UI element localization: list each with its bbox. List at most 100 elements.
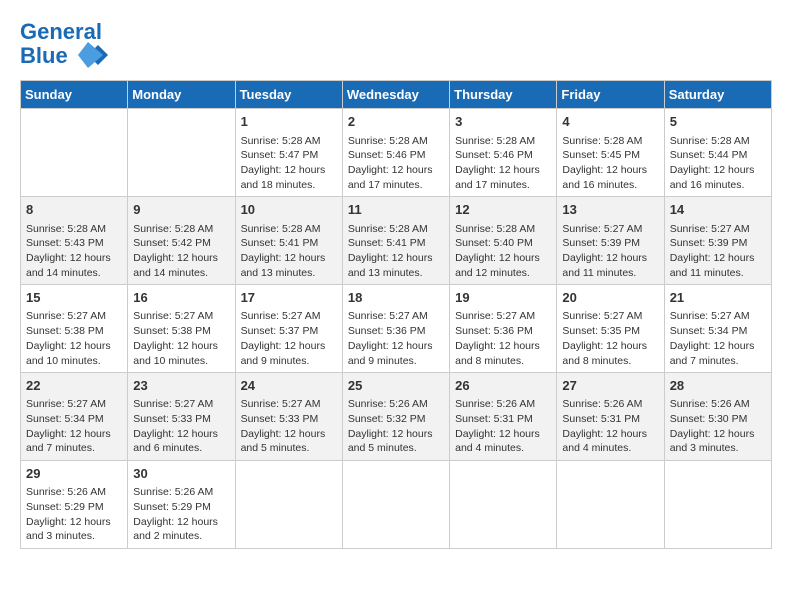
sunrise-text: Sunrise: 5:26 AM xyxy=(348,398,428,410)
sunrise-text: Sunrise: 5:27 AM xyxy=(133,398,213,410)
daylight-text: Daylight: 12 hours and 10 minutes. xyxy=(133,340,218,367)
sunrise-text: Sunrise: 5:26 AM xyxy=(133,486,213,498)
calendar-cell: 8 Sunrise: 5:28 AM Sunset: 5:43 PM Dayli… xyxy=(21,197,128,285)
calendar-cell: 22 Sunrise: 5:27 AM Sunset: 5:34 PM Dayl… xyxy=(21,373,128,461)
calendar-week-row: 22 Sunrise: 5:27 AM Sunset: 5:34 PM Dayl… xyxy=(21,373,772,461)
day-number: 18 xyxy=(348,289,444,307)
day-number: 4 xyxy=(562,113,658,131)
sunrise-text: Sunrise: 5:27 AM xyxy=(26,398,106,410)
calendar-cell: 17 Sunrise: 5:27 AM Sunset: 5:37 PM Dayl… xyxy=(235,285,342,373)
daylight-text: Daylight: 12 hours and 16 minutes. xyxy=(670,164,755,191)
calendar-cell: 9 Sunrise: 5:28 AM Sunset: 5:42 PM Dayli… xyxy=(128,197,235,285)
calendar-cell: 19 Sunrise: 5:27 AM Sunset: 5:36 PM Dayl… xyxy=(450,285,557,373)
calendar-cell: 16 Sunrise: 5:27 AM Sunset: 5:38 PM Dayl… xyxy=(128,285,235,373)
weekday-header-row: SundayMondayTuesdayWednesdayThursdayFrid… xyxy=(21,81,772,109)
sunset-text: Sunset: 5:37 PM xyxy=(241,325,319,337)
daylight-text: Daylight: 12 hours and 7 minutes. xyxy=(670,340,755,367)
daylight-text: Daylight: 12 hours and 14 minutes. xyxy=(133,252,218,279)
sunrise-text: Sunrise: 5:27 AM xyxy=(670,223,750,235)
sunset-text: Sunset: 5:42 PM xyxy=(133,237,211,249)
sunset-text: Sunset: 5:33 PM xyxy=(133,413,211,425)
logo-text2: Blue xyxy=(20,44,108,70)
day-number: 10 xyxy=(241,201,337,219)
sunrise-text: Sunrise: 5:26 AM xyxy=(670,398,750,410)
weekday-header-cell: Saturday xyxy=(664,81,771,109)
day-number: 30 xyxy=(133,465,229,483)
daylight-text: Daylight: 12 hours and 8 minutes. xyxy=(455,340,540,367)
day-number: 29 xyxy=(26,465,122,483)
calendar-cell: 29 Sunrise: 5:26 AM Sunset: 5:29 PM Dayl… xyxy=(21,461,128,549)
daylight-text: Daylight: 12 hours and 6 minutes. xyxy=(133,428,218,455)
sunrise-text: Sunrise: 5:26 AM xyxy=(562,398,642,410)
sunset-text: Sunset: 5:38 PM xyxy=(26,325,104,337)
daylight-text: Daylight: 12 hours and 10 minutes. xyxy=(26,340,111,367)
sunrise-text: Sunrise: 5:27 AM xyxy=(562,310,642,322)
sunset-text: Sunset: 5:40 PM xyxy=(455,237,533,249)
calendar-cell xyxy=(128,109,235,197)
header: General Blue xyxy=(20,20,772,70)
sunrise-text: Sunrise: 5:27 AM xyxy=(348,310,428,322)
sunset-text: Sunset: 5:36 PM xyxy=(455,325,533,337)
calendar-cell: 28 Sunrise: 5:26 AM Sunset: 5:30 PM Dayl… xyxy=(664,373,771,461)
daylight-text: Daylight: 12 hours and 4 minutes. xyxy=(455,428,540,455)
day-number: 8 xyxy=(26,201,122,219)
day-number: 15 xyxy=(26,289,122,307)
calendar-cell: 21 Sunrise: 5:27 AM Sunset: 5:34 PM Dayl… xyxy=(664,285,771,373)
weekday-header-cell: Tuesday xyxy=(235,81,342,109)
calendar-body: 1 Sunrise: 5:28 AM Sunset: 5:47 PM Dayli… xyxy=(21,109,772,549)
day-number: 26 xyxy=(455,377,551,395)
day-number: 12 xyxy=(455,201,551,219)
sunset-text: Sunset: 5:29 PM xyxy=(133,501,211,513)
weekday-header-cell: Sunday xyxy=(21,81,128,109)
calendar-cell xyxy=(557,461,664,549)
sunrise-text: Sunrise: 5:26 AM xyxy=(26,486,106,498)
sunset-text: Sunset: 5:39 PM xyxy=(670,237,748,249)
calendar-cell: 18 Sunrise: 5:27 AM Sunset: 5:36 PM Dayl… xyxy=(342,285,449,373)
calendar-cell: 12 Sunrise: 5:28 AM Sunset: 5:40 PM Dayl… xyxy=(450,197,557,285)
sunrise-text: Sunrise: 5:28 AM xyxy=(455,135,535,147)
calendar-cell: 24 Sunrise: 5:27 AM Sunset: 5:33 PM Dayl… xyxy=(235,373,342,461)
daylight-text: Daylight: 12 hours and 9 minutes. xyxy=(241,340,326,367)
sunset-text: Sunset: 5:39 PM xyxy=(562,237,640,249)
weekday-header-cell: Monday xyxy=(128,81,235,109)
weekday-header-cell: Wednesday xyxy=(342,81,449,109)
daylight-text: Daylight: 12 hours and 12 minutes. xyxy=(455,252,540,279)
sunset-text: Sunset: 5:41 PM xyxy=(241,237,319,249)
sunrise-text: Sunrise: 5:27 AM xyxy=(241,310,321,322)
daylight-text: Daylight: 12 hours and 7 minutes. xyxy=(26,428,111,455)
daylight-text: Daylight: 12 hours and 5 minutes. xyxy=(241,428,326,455)
calendar-cell: 5 Sunrise: 5:28 AM Sunset: 5:44 PM Dayli… xyxy=(664,109,771,197)
day-number: 21 xyxy=(670,289,766,307)
sunrise-text: Sunrise: 5:28 AM xyxy=(241,223,321,235)
daylight-text: Daylight: 12 hours and 8 minutes. xyxy=(562,340,647,367)
sunset-text: Sunset: 5:34 PM xyxy=(670,325,748,337)
calendar-cell: 20 Sunrise: 5:27 AM Sunset: 5:35 PM Dayl… xyxy=(557,285,664,373)
calendar-week-row: 15 Sunrise: 5:27 AM Sunset: 5:38 PM Dayl… xyxy=(21,285,772,373)
sunrise-text: Sunrise: 5:27 AM xyxy=(455,310,535,322)
day-number: 9 xyxy=(133,201,229,219)
calendar-cell: 23 Sunrise: 5:27 AM Sunset: 5:33 PM Dayl… xyxy=(128,373,235,461)
daylight-text: Daylight: 12 hours and 2 minutes. xyxy=(133,516,218,543)
sunset-text: Sunset: 5:31 PM xyxy=(562,413,640,425)
daylight-text: Daylight: 12 hours and 16 minutes. xyxy=(562,164,647,191)
day-number: 20 xyxy=(562,289,658,307)
calendar-cell: 3 Sunrise: 5:28 AM Sunset: 5:46 PM Dayli… xyxy=(450,109,557,197)
daylight-text: Daylight: 12 hours and 3 minutes. xyxy=(26,516,111,543)
sunset-text: Sunset: 5:45 PM xyxy=(562,149,640,161)
calendar-cell xyxy=(342,461,449,549)
day-number: 11 xyxy=(348,201,444,219)
calendar-cell xyxy=(450,461,557,549)
sunrise-text: Sunrise: 5:27 AM xyxy=(670,310,750,322)
day-number: 1 xyxy=(241,113,337,131)
day-number: 3 xyxy=(455,113,551,131)
day-number: 19 xyxy=(455,289,551,307)
calendar-cell: 4 Sunrise: 5:28 AM Sunset: 5:45 PM Dayli… xyxy=(557,109,664,197)
daylight-text: Daylight: 12 hours and 14 minutes. xyxy=(26,252,111,279)
weekday-header-cell: Friday xyxy=(557,81,664,109)
sunrise-text: Sunrise: 5:28 AM xyxy=(133,223,213,235)
calendar-cell xyxy=(21,109,128,197)
sunset-text: Sunset: 5:30 PM xyxy=(670,413,748,425)
day-number: 25 xyxy=(348,377,444,395)
daylight-text: Daylight: 12 hours and 17 minutes. xyxy=(348,164,433,191)
calendar-cell: 27 Sunrise: 5:26 AM Sunset: 5:31 PM Dayl… xyxy=(557,373,664,461)
